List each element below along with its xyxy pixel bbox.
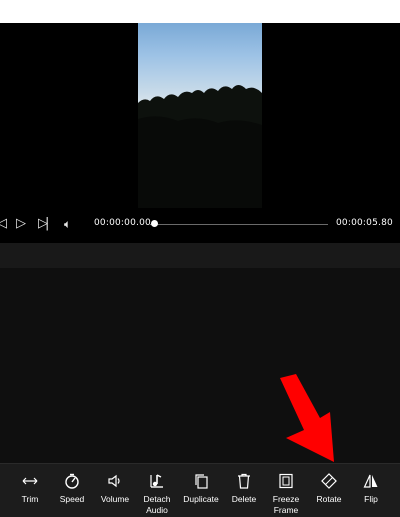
detach-audio-label: Detach Audio bbox=[143, 494, 171, 515]
speed-label: Speed bbox=[59, 494, 85, 504]
previous-frame-icon[interactable]: ◁ bbox=[0, 216, 7, 232]
timeline-strip bbox=[0, 243, 400, 268]
delete-button[interactable]: Delete bbox=[221, 472, 267, 505]
trim-label: Trim bbox=[21, 494, 39, 504]
next-frame-icon[interactable]: ▷| bbox=[38, 216, 50, 232]
duplicate-icon bbox=[178, 472, 224, 490]
delete-label: Delete bbox=[231, 494, 257, 504]
duplicate-button[interactable]: Duplicate bbox=[178, 472, 224, 505]
top-bar bbox=[0, 0, 400, 23]
seek-thumb[interactable] bbox=[151, 220, 158, 227]
flip-label: Flip bbox=[364, 494, 378, 504]
volume-button[interactable]: Volume bbox=[92, 472, 138, 505]
video-frame bbox=[138, 23, 262, 208]
delete-icon bbox=[221, 472, 267, 490]
video-preview bbox=[0, 23, 400, 208]
volume-label: Volume bbox=[100, 494, 130, 504]
volume-icon bbox=[92, 472, 138, 490]
treeline-silhouette bbox=[138, 85, 262, 208]
duplicate-label: Duplicate bbox=[183, 494, 219, 504]
speed-button[interactable]: Speed bbox=[49, 472, 95, 505]
freeze-frame-icon bbox=[263, 472, 309, 490]
trim-icon bbox=[7, 472, 53, 490]
freeze-frame-button[interactable]: Freeze Frame bbox=[263, 472, 309, 516]
rotate-label: Rotate bbox=[316, 494, 342, 504]
annotation-arrow bbox=[280, 374, 334, 462]
trim-button[interactable]: Trim bbox=[7, 472, 53, 505]
seek-bar[interactable] bbox=[150, 224, 328, 225]
storyboard-area bbox=[0, 268, 400, 463]
play-icon[interactable]: ▷ bbox=[16, 216, 26, 232]
total-time: 00:00:05.80 bbox=[336, 218, 393, 228]
editing-toolbar: Trim Speed Volume Detach Audio Duplicate… bbox=[0, 463, 400, 517]
volume-control-icon[interactable]: 🔈︎ bbox=[64, 216, 71, 232]
rotate-icon bbox=[306, 472, 352, 490]
flip-button[interactable]: Flip bbox=[348, 472, 394, 505]
speed-icon bbox=[49, 472, 95, 490]
rotate-button[interactable]: Rotate bbox=[306, 472, 352, 505]
detach-audio-icon bbox=[134, 472, 180, 490]
current-time: 00:00:00.00 bbox=[94, 218, 151, 228]
flip-icon bbox=[348, 472, 394, 490]
freeze-frame-label: Freeze Frame bbox=[272, 494, 300, 515]
detach-audio-button[interactable]: Detach Audio bbox=[134, 472, 180, 516]
playback-controls: ◁ ▷ ▷| 🔈︎ 00:00:00.00 00:00:05.80 bbox=[0, 208, 400, 243]
